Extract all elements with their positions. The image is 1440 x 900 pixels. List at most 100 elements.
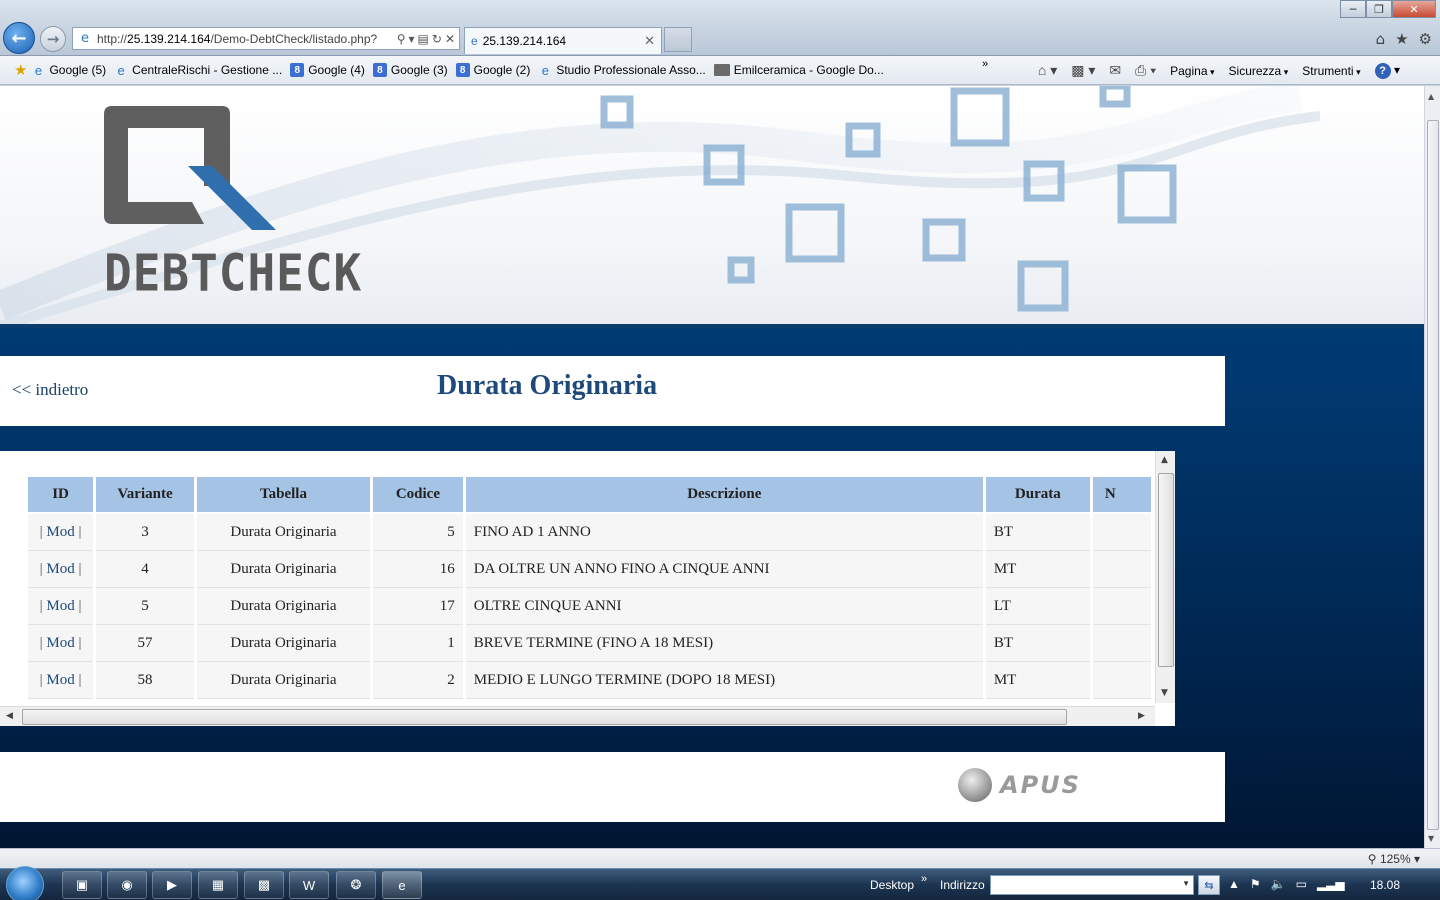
- close-icon[interactable]: ✕: [644, 33, 655, 49]
- minimize-button[interactable]: ─: [1340, 0, 1366, 18]
- word-icon[interactable]: W: [289, 871, 329, 899]
- chrome-icon[interactable]: ◉: [107, 871, 147, 899]
- site-banner: DEBTCHECK: [0, 86, 1424, 328]
- zoom-control[interactable]: ⚲ 125% ▾: [1368, 852, 1420, 866]
- address-bar[interactable]: e http://25.139.214.164/Demo-DebtCheck/l…: [72, 27, 460, 50]
- column-header-id[interactable]: ID: [28, 477, 94, 514]
- row-actions: | Mod |: [28, 625, 94, 662]
- page-vertical-scrollbar[interactable]: ▲ ▼: [1424, 86, 1440, 848]
- favorite-item[interactable]: 8 Google (4): [290, 63, 365, 77]
- star-icon[interactable]: ★: [1395, 30, 1408, 48]
- column-header-variante[interactable]: Variante: [96, 477, 194, 514]
- page-vscroll-thumb[interactable]: [1427, 120, 1439, 830]
- favorite-item[interactable]: e CentraleRischi - Gestione ...: [114, 63, 283, 78]
- tools-menu[interactable]: Strumenti: [1302, 64, 1360, 78]
- column-header-tabella[interactable]: Tabella: [196, 477, 371, 514]
- refresh-icon[interactable]: ↻: [432, 32, 442, 46]
- scroll-down-icon[interactable]: ▼: [1161, 688, 1168, 698]
- favorite-item[interactable]: 8 Google (2): [455, 63, 530, 77]
- tab-active[interactable]: e 25.139.214.164 ✕: [464, 27, 662, 54]
- cell-durata: BT: [985, 625, 1090, 662]
- folder-icon[interactable]: ▦: [198, 871, 238, 899]
- column-header-n[interactable]: N: [1092, 477, 1151, 514]
- start-button[interactable]: [6, 866, 44, 900]
- page-viewport: DEBTCHECK << indietro Durata Originaria …: [0, 86, 1424, 848]
- volume-icon[interactable]: 🔈: [1271, 877, 1286, 891]
- gear-icon[interactable]: ⚙: [1419, 30, 1432, 48]
- search-icon[interactable]: ⚲: [397, 32, 406, 46]
- scroll-down-icon[interactable]: ▼: [1428, 834, 1434, 843]
- table-scroll-area[interactable]: ID Variante Tabella Codice Descrizione D…: [28, 477, 1154, 702]
- mod-link[interactable]: Mod: [46, 672, 74, 688]
- row-actions: | Mod |: [28, 551, 94, 588]
- ie-icon[interactable]: e: [382, 871, 422, 899]
- back-button[interactable]: ←: [3, 22, 35, 54]
- column-header-descrizione[interactable]: Descrizione: [465, 477, 983, 514]
- flag-icon[interactable]: ⚑: [1250, 877, 1261, 891]
- taskbar-address-input[interactable]: ▼: [990, 875, 1194, 895]
- mail-icon[interactable]: ✉: [1109, 62, 1121, 79]
- cell-descrizione: BREVE TERMINE (FINO A 18 MESI): [465, 625, 983, 662]
- forward-button[interactable]: →: [40, 26, 66, 52]
- explorer-icon[interactable]: ▣: [62, 871, 102, 899]
- safety-menu[interactable]: Sicurezza: [1229, 64, 1289, 78]
- cell-codice: 5: [373, 514, 463, 551]
- remote-icon[interactable]: ❂: [336, 871, 376, 899]
- media-player-icon[interactable]: ▶: [152, 871, 192, 899]
- ie-page-icon: e: [471, 34, 478, 48]
- table-hscroll-thumb[interactable]: [22, 709, 1067, 725]
- table-horizontal-scrollbar[interactable]: ◀ ▶: [0, 706, 1155, 726]
- help-button[interactable]: ? ▾: [1374, 62, 1400, 79]
- tray-expand-icon[interactable]: ▲: [1228, 877, 1240, 891]
- window-close-button[interactable]: ✕: [1392, 0, 1436, 18]
- go-button[interactable]: ⇆: [1198, 875, 1220, 895]
- chevron-more-icon[interactable]: »: [921, 873, 927, 885]
- column-header-durata[interactable]: Durata: [985, 477, 1090, 514]
- page-menu[interactable]: Pagina: [1170, 64, 1214, 78]
- arrow-left-icon: ←: [11, 27, 27, 49]
- chevron-more-icon[interactable]: »: [982, 58, 988, 70]
- scroll-up-icon[interactable]: ▲: [1428, 92, 1434, 101]
- favorite-item[interactable]: 8 Google (3): [372, 63, 448, 77]
- favorites-star-icon[interactable]: ★: [14, 61, 27, 79]
- desktop-toolbar-label[interactable]: Desktop: [870, 878, 914, 892]
- compat-view-icon[interactable]: ▤: [418, 32, 429, 46]
- table-vscroll-thumb[interactable]: [1158, 473, 1174, 667]
- stop-icon[interactable]: ✕: [445, 32, 455, 46]
- mod-link[interactable]: Mod: [46, 635, 74, 651]
- scroll-right-icon[interactable]: ▶: [1138, 711, 1145, 721]
- mod-link[interactable]: Mod: [46, 524, 74, 540]
- table-row: | Mod | 3 Durata Originaria 5 FINO AD 1 …: [28, 514, 1151, 551]
- new-tab-button[interactable]: [664, 27, 692, 52]
- favorite-item[interactable]: Emilceramica - Google Do...: [713, 63, 884, 77]
- home-icon[interactable]: ⌂: [1376, 30, 1386, 48]
- favorite-item[interactable]: e Studio Professionale Asso...: [538, 63, 706, 78]
- table-vertical-scrollbar[interactable]: ▲ ▼: [1155, 451, 1175, 703]
- chevron-down-icon[interactable]: ▼: [1182, 879, 1190, 888]
- favorite-item[interactable]: e Google (5): [31, 63, 106, 78]
- signal-icon[interactable]: ▂▃▅: [1317, 877, 1345, 891]
- chevron-down-icon[interactable]: ▾: [409, 32, 415, 46]
- column-header-codice[interactable]: Codice: [373, 477, 463, 514]
- cell-tabella: Durata Originaria: [196, 625, 371, 662]
- home-icon[interactable]: ⌂ ▾: [1038, 62, 1057, 79]
- row-actions: | Mod |: [28, 588, 94, 625]
- scroll-up-icon[interactable]: ▲: [1161, 455, 1168, 465]
- cell-descrizione: OLTRE CINQUE ANNI: [465, 588, 983, 625]
- clock[interactable]: 18.08: [1370, 878, 1400, 892]
- network-icon[interactable]: ▩: [244, 871, 284, 899]
- mod-link[interactable]: Mod: [46, 561, 74, 577]
- device-icon[interactable]: ▭: [1296, 877, 1307, 891]
- maximize-button[interactable]: ❐: [1366, 0, 1392, 18]
- print-icon[interactable]: ⎙ ▾: [1135, 62, 1156, 79]
- google-icon: 8: [455, 63, 470, 77]
- mod-link[interactable]: Mod: [46, 598, 74, 614]
- cell-variante: 3: [96, 514, 194, 551]
- scroll-left-icon[interactable]: ◀: [6, 711, 13, 721]
- ie-page-icon: e: [81, 30, 89, 46]
- address-url[interactable]: http://25.139.214.164/Demo-DebtCheck/lis…: [97, 32, 393, 46]
- row-actions: | Mod |: [28, 514, 94, 551]
- rss-icon[interactable]: ▩ ▾: [1071, 62, 1095, 79]
- table-container: ID Variante Tabella Codice Descrizione D…: [0, 451, 1175, 726]
- back-link[interactable]: << indietro: [12, 380, 88, 400]
